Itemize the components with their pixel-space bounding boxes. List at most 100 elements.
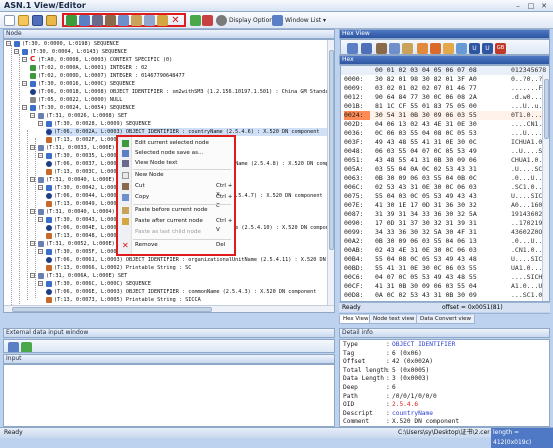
hex-ascii[interactable]: .CN1.0... <box>511 246 546 255</box>
window-list-dropdown[interactable]: Window List ▾ <box>285 15 326 26</box>
hex-ascii[interactable]: 19143602Z <box>511 210 546 219</box>
hex-ascii[interactable]: A0...1602 <box>511 201 546 210</box>
hex-row[interactable]: 00BD: 55 41 31 0E 30 0C 06 03 55 UA1.0...U <box>341 264 549 273</box>
utf16-icon[interactable]: U <box>482 43 493 54</box>
hex-row[interactable]: 0090: 17 0D 31 37 30 32 31 39 31 ..1702191 <box>341 219 549 228</box>
hex-bytes[interactable]: 41 31 0B 30 09 06 03 55 04 <box>375 282 508 291</box>
hex-row[interactable]: 0087: 31 39 31 34 33 36 30 32 5A 19143602Z <box>341 210 549 219</box>
menu-item-paste-after[interactable]: Paste after current node Ctrl + V <box>118 217 234 233</box>
hex-ascii[interactable]: .0...U... <box>511 237 546 246</box>
hex-row[interactable]: 0063: 0B 30 09 06 03 55 04 0B 0C .0...U... <box>341 174 549 183</box>
paste-alt-icon[interactable] <box>157 15 168 26</box>
save-icon[interactable] <box>32 15 43 26</box>
view-node-icon[interactable] <box>92 15 103 26</box>
hex-bytes[interactable]: 04 07 0C 05 53 49 43 48 55 <box>375 273 508 282</box>
hex-bytes[interactable]: 41 30 1E 17 0D 31 36 30 32 <box>375 201 508 210</box>
menu-item-copy[interactable]: Copy Ctrl + C <box>118 193 234 209</box>
hex-ascii[interactable]: .U....SC1 <box>511 165 546 174</box>
tree-horizontal-scrollbar[interactable] <box>4 305 334 312</box>
hex-bytes[interactable]: 02 43 4E 31 0E 30 0C 06 03 <box>375 246 508 255</box>
hex-bytes[interactable]: 0C 06 03 55 04 08 0C 05 53 <box>375 129 508 138</box>
minimize-button[interactable]: – <box>513 2 523 10</box>
hex-save-icon[interactable] <box>361 43 372 54</box>
hex-ascii[interactable]: UA1.0...U <box>511 264 546 273</box>
cut-icon[interactable] <box>105 15 116 26</box>
hex-cut-icon[interactable] <box>376 43 387 54</box>
hex-insert-icon[interactable] <box>417 43 428 54</box>
hex-bytes[interactable]: 03 02 01 02 02 07 01 46 77 <box>375 84 508 93</box>
hex-open-icon[interactable] <box>347 43 358 54</box>
hex-grid[interactable]: 00 01 02 03 04 05 06 07 08 012345678 000… <box>340 65 550 302</box>
hex-bytes[interactable]: 17 0D 31 37 30 32 31 39 31 <box>375 219 508 228</box>
hex-row[interactable]: 0024: 30 54 31 0B 30 09 06 03 55 0T1.0...U <box>341 111 549 120</box>
hex-bytes[interactable]: 30 82 01 98 30 82 01 3F A0 <box>375 75 508 84</box>
hex-bytes[interactable]: 02 53 43 31 0E 30 0C 06 03 <box>375 183 508 192</box>
hex-row[interactable]: 003F: 49 43 48 55 41 31 0E 30 0C ICHUA1.0. <box>341 138 549 147</box>
hex-row[interactable]: 0012: 90 64 84 77 30 0C 06 08 2A .d.w0...* <box>341 93 549 102</box>
hex-bytes[interactable]: 06 03 55 04 07 0C 05 53 49 <box>375 147 508 156</box>
hex-ascii[interactable]: .0...U... <box>511 174 546 183</box>
paste-icon[interactable] <box>131 15 142 26</box>
hex-row[interactable]: 00B4: 55 04 08 0C 05 53 49 43 48 U....SICH <box>341 255 549 264</box>
hex-ascii[interactable]: 0T1.0...U <box>511 111 546 120</box>
hex-ascii[interactable]: ...SC1.0. <box>511 291 546 300</box>
hex-ascii[interactable]: .d.w0...* <box>511 93 546 102</box>
tree-hscroll-thumb[interactable] <box>12 307 212 312</box>
hex-bytes[interactable]: 55 41 31 0E 30 0C 06 03 55 <box>375 264 508 273</box>
hex-row[interactable]: 0099: 34 33 36 30 32 5A 30 4F 31 43602Z0O1 <box>341 228 549 237</box>
hex-copy-icon[interactable] <box>389 43 400 54</box>
hex-row[interactable]: 007E: 41 30 1E 17 0D 31 36 30 32 A0...1602 <box>341 201 549 210</box>
hex-scroll-thumb[interactable] <box>544 79 549 139</box>
hex-ascii[interactable]: .......Fw <box>511 84 546 93</box>
hex-ascii[interactable]: A1.0...U. <box>511 282 546 291</box>
hex-vertical-scrollbar[interactable] <box>542 75 549 301</box>
hex-row[interactable]: 005A: 03 55 04 0A 0C 02 53 43 31 .U....SC1 <box>341 165 549 174</box>
hex-bytes[interactable]: 90 64 84 77 30 0C 06 08 2A <box>375 93 508 102</box>
gb-encoding-icon[interactable]: GB <box>495 43 506 54</box>
tree-vertical-scrollbar[interactable] <box>327 40 334 305</box>
hex-row[interactable]: 0075: 55 04 03 0C 05 53 49 43 43 U....SICC <box>341 192 549 201</box>
hex-bytes[interactable]: 0B 30 09 06 03 55 04 06 13 <box>375 237 508 246</box>
hex-row[interactable]: 0051: 43 48 55 41 31 0B 30 09 06 CHUA1.0.. <box>341 156 549 165</box>
menu-item-new-node[interactable]: New Node <box>118 171 234 180</box>
hex-ascii[interactable]: U....SICH <box>511 255 546 264</box>
hex-row[interactable]: 00D8: 0A 0C 02 53 43 31 0B 30 09 ...SC1.0. <box>341 291 549 300</box>
close-button[interactable]: ✕ <box>539 2 549 10</box>
hex-row[interactable]: 0036: 0C 06 03 55 04 08 0C 05 53 ...U....S <box>341 129 549 138</box>
hex-ascii[interactable]: 43602Z0O1 <box>511 228 546 237</box>
hex-ascii[interactable]: ...U..u.. <box>511 102 546 111</box>
hex-bytes[interactable]: 31 39 31 34 33 36 30 32 5A <box>375 210 508 219</box>
remove-icon[interactable]: ✕ <box>170 15 181 26</box>
hex-row[interactable]: 00CF: 41 31 0B 30 09 06 03 55 04 A1.0...U. <box>341 282 549 291</box>
copy-alt-icon[interactable] <box>144 15 155 26</box>
menu-item-cut[interactable]: Cut Ctrl + X <box>118 182 234 198</box>
hex-row[interactable]: 00C6: 04 07 0C 05 53 49 43 48 55 ....SICHU <box>341 273 549 282</box>
open-icon[interactable] <box>18 15 29 26</box>
hex-fill-icon[interactable] <box>443 43 454 54</box>
hex-ascii[interactable]: ..1702191 <box>511 219 546 228</box>
input-open-icon[interactable] <box>8 342 19 352</box>
hex-ascii[interactable]: ....CN1.0 <box>511 120 546 129</box>
hex-row[interactable]: 0000: 30 82 01 98 30 82 01 3F A0 0..?0..?. <box>341 75 549 84</box>
hex-ascii[interactable]: ....SICHU <box>511 273 546 282</box>
edit-icon[interactable] <box>66 15 77 26</box>
save-all-icon[interactable] <box>46 15 57 26</box>
hex-find-icon[interactable] <box>456 43 467 54</box>
hex-row[interactable]: 00A2: 0B 30 09 06 03 55 04 06 13.0...U... <box>341 237 549 246</box>
hex-paste-icon[interactable] <box>402 43 413 54</box>
hex-bytes[interactable]: 55 04 03 0C 05 53 49 43 43 <box>375 192 508 201</box>
utf8-icon[interactable]: U <box>469 43 480 54</box>
menu-item-paste-before[interactable]: Paste before current node <box>118 206 234 215</box>
hex-ascii[interactable]: U....SICC <box>511 192 546 201</box>
hex-row[interactable]: 006C: 02 53 43 31 0E 30 0C 06 03 .SC1.0... <box>341 183 549 192</box>
copy-icon[interactable] <box>118 15 129 26</box>
menu-item-view-node-text[interactable]: View Node text <box>118 159 234 168</box>
hex-bytes[interactable]: 55 04 08 0C 05 53 49 43 48 <box>375 255 508 264</box>
hex-bytes[interactable]: 30 54 31 0B 30 09 06 03 55 <box>375 111 508 120</box>
hex-bytes[interactable]: 34 33 36 30 32 5A 30 4F 31 <box>375 228 508 237</box>
menu-item-remove[interactable]: ✕ Remove Del <box>118 241 234 250</box>
hex-bytes[interactable]: 81 1C CF 55 01 83 75 05 00 <box>375 102 508 111</box>
new-file-icon[interactable] <box>4 15 15 26</box>
tab-hex-view[interactable]: Hex View <box>339 315 373 324</box>
hex-row[interactable]: 0009: 03 02 01 02 02 07 01 46 77 .......Fw <box>341 84 549 93</box>
